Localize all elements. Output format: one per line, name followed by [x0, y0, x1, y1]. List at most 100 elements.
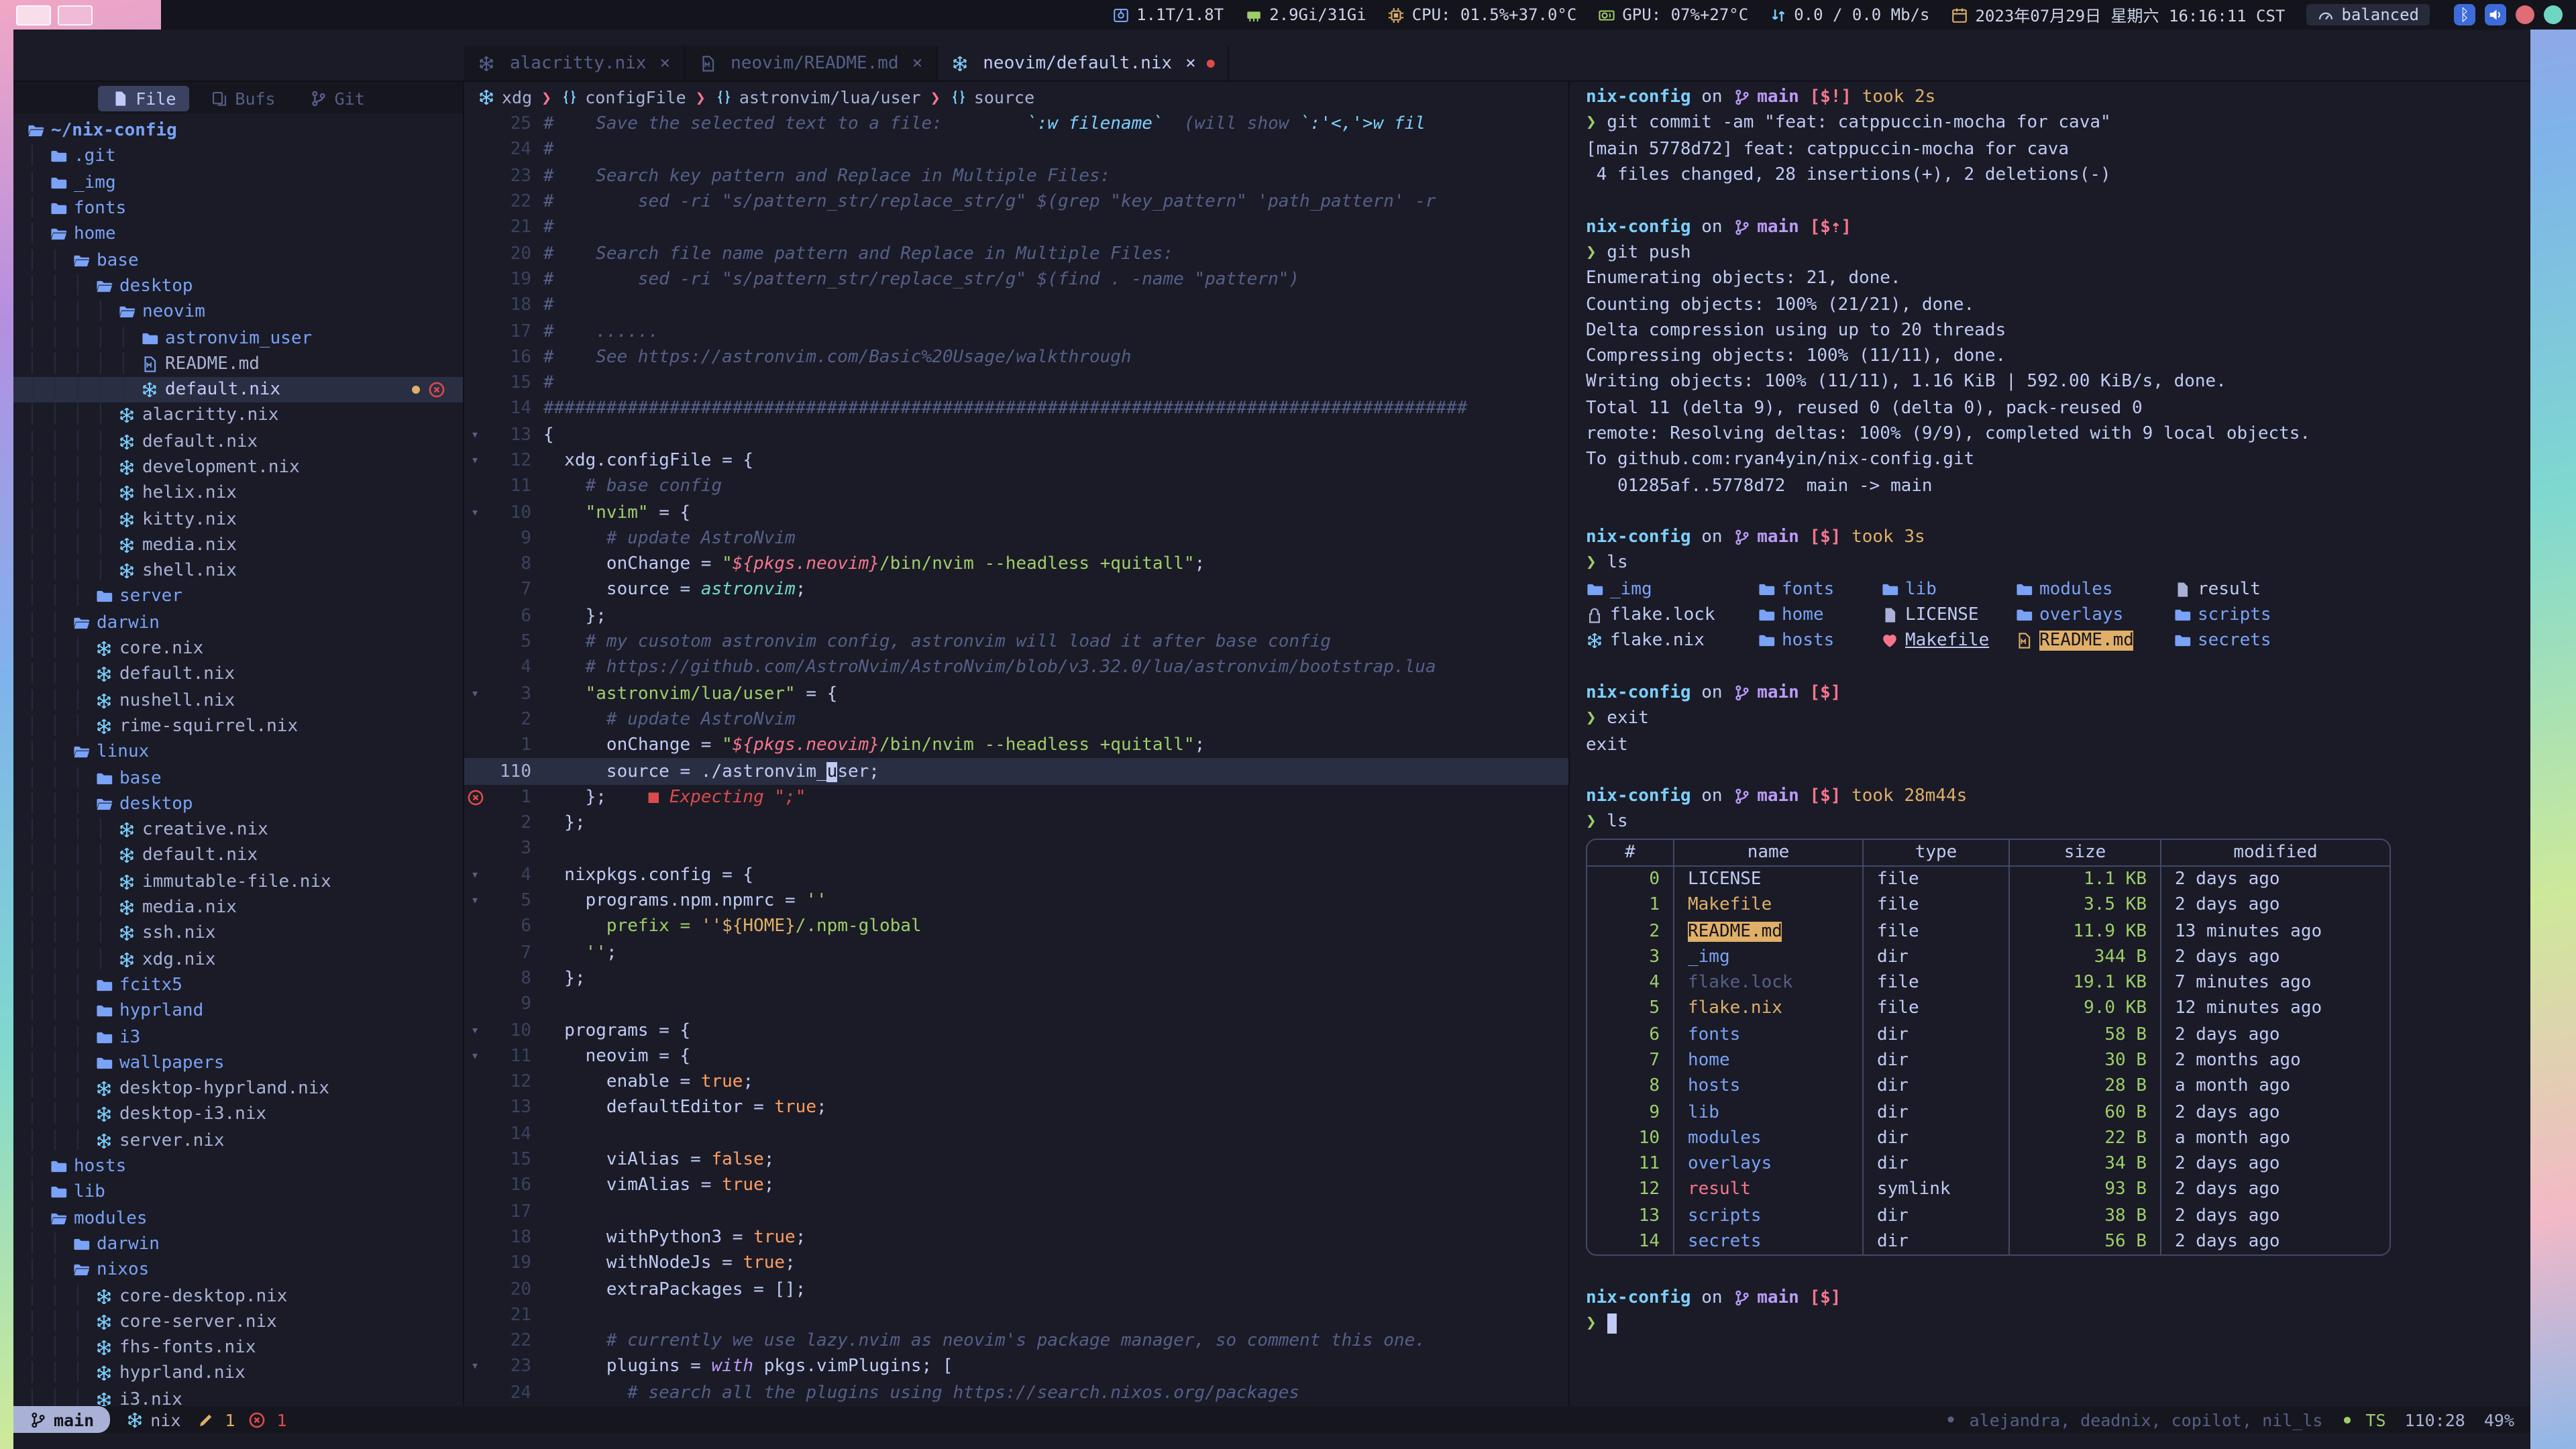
tree-item-fonts[interactable]: │fonts [13, 196, 463, 222]
fold-column[interactable]: ▾ [464, 894, 486, 908]
tray-app-red[interactable] [2516, 5, 2534, 24]
code-area[interactable]: 25# Save the selected text to a file: `:… [464, 111, 1568, 1406]
close-icon[interactable]: × [1185, 53, 1196, 73]
tree-item-desktop-i3.nix[interactable]: │││desktop-i3.nix [13, 1102, 463, 1128]
tree-item-label: core.nix [119, 639, 203, 659]
tree-item-xdg.nix[interactable]: ││││xdg.nix [13, 947, 463, 973]
ls-entry-modules[interactable]: modules [2015, 580, 2174, 600]
tree-item-kitty.nix[interactable]: ││││kitty.nix [13, 506, 463, 533]
tree-item-wallpapers[interactable]: │││wallpapers [13, 1050, 463, 1076]
tree-item-server[interactable]: │││server [13, 584, 463, 610]
tree-item-desktop-hyprland.nix[interactable]: │││desktop-hyprland.nix [13, 1076, 463, 1102]
ls-entry-LICENSE[interactable]: LICENSE [1881, 605, 2015, 625]
ls-entry-hosts[interactable]: hosts [1758, 631, 1881, 651]
tree-item-core-server.nix[interactable]: │││core-server.nix [13, 1309, 463, 1335]
tree-item-ssh.nix[interactable]: ││││ssh.nix [13, 920, 463, 947]
tree-item-default.nix[interactable]: ││││default.nix [13, 843, 463, 869]
tree-item-base[interactable]: ││base [13, 248, 463, 274]
tree-item-immutable-file.nix[interactable]: ││││immutable-file.nix [13, 869, 463, 895]
tree-item-i3[interactable]: │││i3 [13, 1024, 463, 1051]
fold-column[interactable]: ▾ [464, 453, 486, 468]
fold-column[interactable]: ▾ [464, 505, 486, 520]
fold-column[interactable]: ▾ [464, 868, 486, 883]
tree-item-fhs-fonts.nix[interactable]: │││fhs-fonts.nix [13, 1335, 463, 1361]
tree-item-hyprland.nix[interactable]: │││hyprland.nix [13, 1361, 463, 1387]
tree-item-darwin[interactable]: ││darwin [13, 610, 463, 636]
ls-entry-README.md[interactable]: README.md [2015, 631, 2174, 651]
breadcrumb-item-xdg[interactable]: xdg [478, 87, 532, 107]
ls-entry-result[interactable]: result [2174, 580, 2261, 600]
tree-item-nushell.nix[interactable]: │││nushell.nix [13, 688, 463, 714]
fold-column[interactable]: ▾ [464, 686, 486, 701]
terminal-pane[interactable]: nix-config on main [$!] took 2s❯ git com… [1568, 82, 2530, 1406]
tree-item-i3.nix[interactable]: │││i3.nix [13, 1387, 463, 1406]
tree-item-rime-squirrel.nix[interactable]: │││rime-squirrel.nix [13, 714, 463, 740]
ls-entry-flake.lock[interactable]: flake.lock [1586, 605, 1758, 625]
tree-item-~/nix-config[interactable]: ~/nix-config [13, 118, 463, 144]
tree-item-.git[interactable]: │.git [13, 144, 463, 170]
tree-item-media.nix[interactable]: ││││media.nix [13, 533, 463, 559]
tree-item-helix.nix[interactable]: ││││helix.nix [13, 480, 463, 506]
ls-entry-lib[interactable]: lib [1881, 580, 2015, 600]
tab-neovim/README.md[interactable]: neovim/README.md× [685, 46, 937, 80]
close-icon[interactable]: × [660, 53, 671, 73]
ls-entry-Makefile[interactable]: Makefile [1881, 631, 2015, 651]
tree-item-core.nix[interactable]: │││core.nix [13, 636, 463, 662]
tree-item-media.nix[interactable]: ││││media.nix [13, 895, 463, 921]
clock-value: 2023年07月29日 星期六 16:16:11 CST [1976, 3, 2286, 26]
ls-entry-home[interactable]: home [1758, 605, 1881, 625]
tree-item-hosts[interactable]: │hosts [13, 1154, 463, 1180]
fold-column[interactable]: ▾ [464, 1360, 486, 1375]
breadcrumb-item-astronvim-lua-user[interactable]: astronvim/lua/user [715, 87, 921, 107]
ls-entry-flake.nix[interactable]: flake.nix [1586, 631, 1758, 651]
editor-pane[interactable]: xdg❯configFile❯astronvim/lua/user❯source… [464, 82, 1568, 1406]
tree-item-alacritty.nix[interactable]: ││││alacritty.nix [13, 403, 463, 429]
tree-item-_img[interactable]: │_img [13, 170, 463, 196]
ls-entry-overlays[interactable]: overlays [2015, 605, 2174, 625]
explorer-tab-Git[interactable]: Git [297, 85, 378, 111]
tree-item-development.nix[interactable]: ││││development.nix [13, 455, 463, 481]
ls-entry-scripts[interactable]: scripts [2174, 605, 2271, 625]
tree-item-lib[interactable]: │lib [13, 1179, 463, 1205]
ls-entry-secrets[interactable]: secrets [2174, 631, 2271, 651]
breadcrumb-item-configFile[interactable]: configFile [561, 87, 686, 107]
tree-item-desktop[interactable]: │││desktop [13, 791, 463, 817]
tree-item-core-desktop.nix[interactable]: │││core-desktop.nix [13, 1283, 463, 1309]
tree-item-base[interactable]: │││base [13, 765, 463, 792]
workspace-2[interactable] [58, 5, 93, 25]
tree-item-server.nix[interactable]: │││server.nix [13, 1128, 463, 1154]
tree-item-creative.nix[interactable]: ││││creative.nix [13, 817, 463, 843]
tree-item-desktop[interactable]: │││desktop [13, 274, 463, 300]
tree-item-hyprland[interactable]: │││hyprland [13, 998, 463, 1024]
tree-item-darwin[interactable]: ││darwin [13, 1232, 463, 1258]
tab-neovim/default.nix[interactable]: neovim/default.nix×● [937, 46, 1230, 80]
file-tree[interactable]: ~/nix-config│.git│_img│fonts│home││base│… [13, 114, 463, 1406]
tree-item-shell.nix[interactable]: ││││shell.nix [13, 558, 463, 584]
fold-column[interactable]: ▾ [464, 1023, 486, 1038]
tree-item-default.nix[interactable]: │││default.nix [13, 661, 463, 688]
close-icon[interactable]: × [912, 53, 923, 73]
breadcrumb-item-source[interactable]: source [950, 87, 1034, 107]
tree-item-linux[interactable]: ││linux [13, 739, 463, 765]
ls-entry-fonts[interactable]: fonts [1758, 580, 1881, 600]
bluetooth-tray[interactable]: ᛒ [2454, 4, 2475, 25]
volume-tray[interactable] [2485, 4, 2506, 25]
tree-item-home[interactable]: │home [13, 221, 463, 248]
workspace-1[interactable] [16, 5, 51, 25]
tree-item-neovim[interactable]: ││││neovim [13, 299, 463, 325]
tab-alacritty.nix[interactable]: alacritty.nix× [464, 46, 685, 80]
fold-column[interactable]: ▾ [464, 1049, 486, 1064]
tree-item-README.md[interactable]: │││││README.md [13, 351, 463, 377]
tree-item-fcitx5[interactable]: │││fcitx5 [13, 973, 463, 999]
tree-item-default.nix[interactable]: ││││default.nix [13, 429, 463, 455]
tree-item-default.nix[interactable]: │││││default.nix● [13, 377, 463, 403]
tree-item-nixos[interactable]: ││nixos [13, 1257, 463, 1283]
tree-item-astronvim_user[interactable]: │││││astronvim_user [13, 325, 463, 352]
indent-guide: │ [72, 639, 95, 659]
tray-app-teal[interactable] [2544, 5, 2563, 24]
explorer-tab-Bufs[interactable]: Bufs [197, 85, 288, 111]
explorer-tab-File[interactable]: File [98, 85, 189, 111]
fold-column[interactable]: ▾ [464, 427, 486, 442]
tree-item-modules[interactable]: │modules [13, 1205, 463, 1232]
ls-entry-_img[interactable]: _img [1586, 580, 1758, 600]
